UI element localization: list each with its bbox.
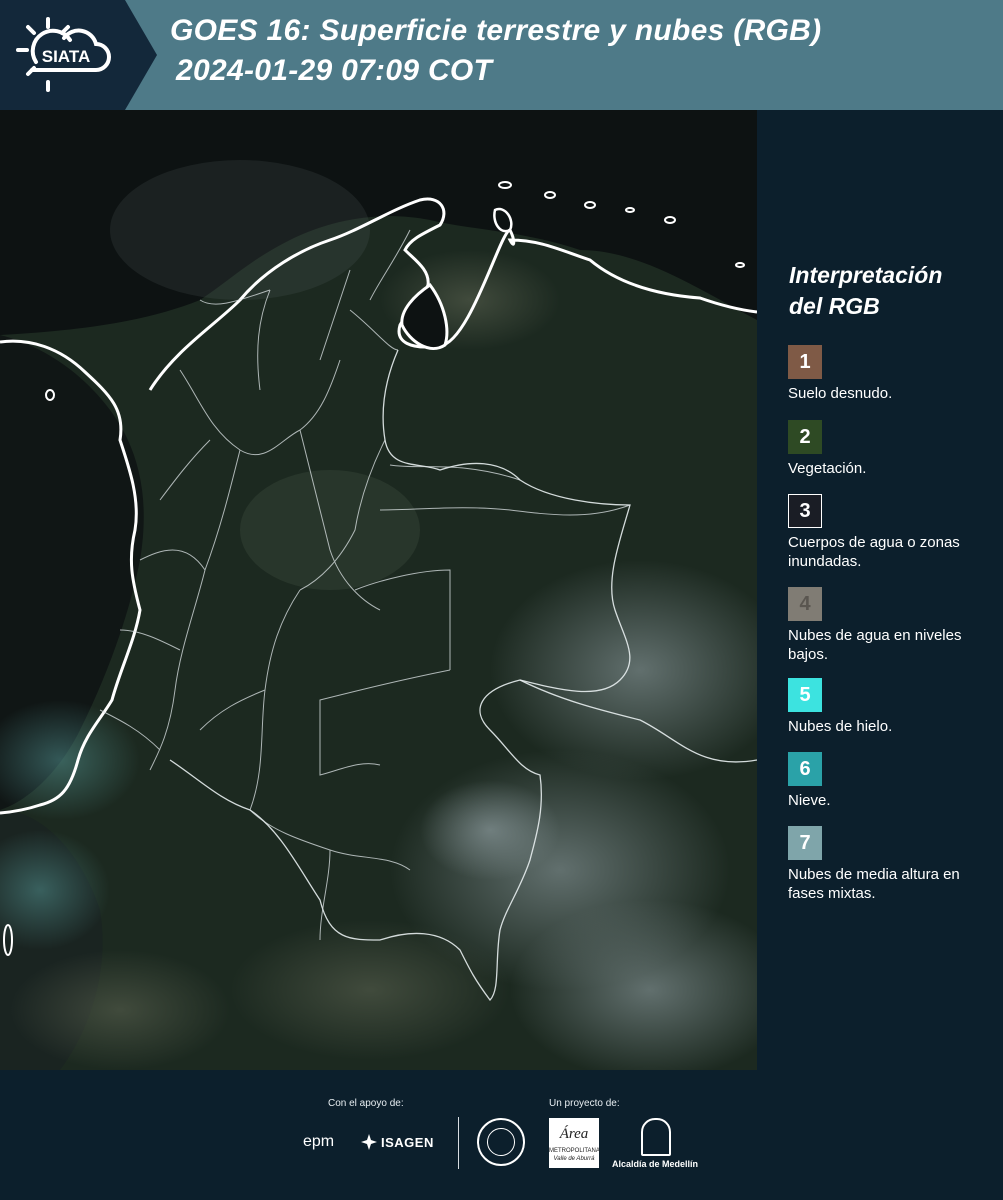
- legend-title-line2: del RGB: [789, 293, 880, 319]
- isagen-logo: ISAGEN: [381, 1135, 434, 1150]
- legend-label: Nubes de agua en niveles bajos.: [788, 627, 962, 663]
- legend-title-line1: Interpretación: [789, 262, 943, 288]
- legend-item-bare-soil: 1 Suelo desnudo.: [788, 345, 998, 403]
- footer: Con el apoyo de: Un proyecto de: epm ISA…: [0, 1070, 1003, 1200]
- medellin-seal-icon: [477, 1118, 525, 1166]
- legend-label: Nubes de media altura en fases mixtas.: [788, 866, 960, 902]
- satellite-map: [0, 110, 757, 1070]
- area-logo-sub1: METROPOLITANA: [549, 1148, 600, 1154]
- legend-label: Suelo desnudo.: [788, 385, 893, 402]
- footer-divider: [458, 1117, 459, 1169]
- legend-item-ice-clouds: 5 Nubes de hielo.: [788, 678, 998, 736]
- siata-sun-cloud-icon: SIATA: [16, 17, 111, 92]
- legend-swatch: 1: [788, 345, 822, 379]
- legend-label: Vegetación.: [788, 460, 867, 477]
- legend-item-vegetation: 2 Vegetación.: [788, 420, 998, 478]
- epm-logo: epm: [303, 1133, 335, 1150]
- legend-swatch: 7: [788, 826, 822, 860]
- header: SIATA GOES 16: Superficie terrestre y nu…: [0, 0, 1003, 110]
- legend-item-water-bodies: 3 Cuerpos de agua o zonas inundadas.: [788, 494, 998, 571]
- page-title: GOES 16: Superficie terrestre y nubes (R…: [170, 14, 822, 47]
- legend-swatch: 6: [788, 752, 822, 786]
- legend-label: Cuerpos de agua o zonas inundadas.: [788, 534, 960, 570]
- area-logo-title: Área: [559, 1126, 589, 1142]
- legend-title: Interpretación del RGB: [789, 260, 989, 322]
- legend-panel: Interpretación del RGB 1 Suelo desnudo. …: [757, 110, 1003, 1070]
- legend-label: Nieve.: [788, 792, 831, 809]
- legend-swatch: 2: [788, 420, 822, 454]
- header-chevron: [125, 0, 157, 110]
- siata-logo: SIATA: [0, 0, 125, 110]
- timestamp: 2024-01-29 07:09 COT: [176, 54, 493, 87]
- legend-item-snow: 6 Nieve.: [788, 752, 998, 810]
- legend-swatch: 5: [788, 678, 822, 712]
- area-logo-sub2: Valle de Aburrá: [553, 1156, 595, 1162]
- legend-item-mixed-phase-clouds: 7 Nubes de media altura en fases mixtas.: [788, 826, 998, 903]
- project-label: Un proyecto de:: [549, 1098, 620, 1109]
- legend-label: Nubes de hielo.: [788, 718, 893, 735]
- legend-swatch: 3: [788, 494, 822, 528]
- legend-item-low-water-clouds: 4 Nubes de agua en niveles bajos.: [788, 587, 998, 664]
- svg-text:SIATA: SIATA: [42, 47, 90, 66]
- map-canvas: [0, 110, 757, 1070]
- alcaldia-logo: Alcaldía de Medellín: [612, 1159, 699, 1169]
- isagen-logo-icon: [361, 1134, 377, 1150]
- support-label: Con el apoyo de:: [328, 1098, 404, 1109]
- area-metropolitana-logo: Área METROPOLITANA Valle de Aburrá: [549, 1118, 600, 1168]
- legend-swatch: 4: [788, 587, 822, 621]
- alcaldia-crest-icon: [641, 1118, 671, 1156]
